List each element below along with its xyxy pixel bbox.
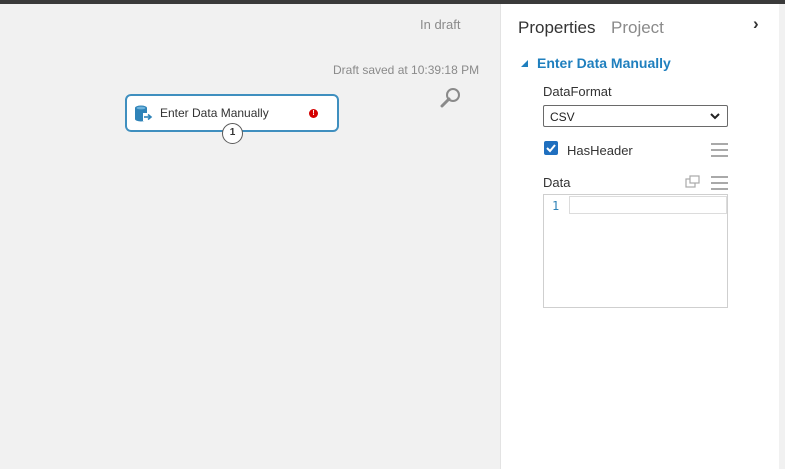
hasheader-menu-icon[interactable]: [711, 143, 728, 157]
hasheader-checkbox[interactable]: [544, 141, 558, 155]
editor-line[interactable]: [569, 196, 727, 214]
expand-triangle-icon: [521, 60, 528, 67]
collapse-panel-button[interactable]: ›: [753, 14, 759, 34]
module-label: Enter Data Manually: [160, 106, 269, 120]
dataformat-select[interactable]: CSV: [543, 105, 728, 127]
dataformat-label: DataFormat: [543, 84, 612, 99]
saved-timestamp: Draft saved at 10:39:18 PM: [333, 63, 480, 77]
data-label: Data: [543, 175, 571, 190]
draft-status: In draft: [420, 17, 461, 32]
module-enter-data-manually[interactable]: Enter Data Manually ! 1: [125, 94, 339, 144]
section-title: Enter Data Manually: [537, 55, 671, 71]
magnifier-icon[interactable]: [440, 87, 462, 109]
output-port[interactable]: 1: [222, 123, 243, 144]
data-menu-icon[interactable]: [711, 176, 728, 190]
dataformat-value: CSV: [550, 110, 575, 124]
experiment-canvas[interactable]: In draft Draft saved at 10:39:18 PM Ente…: [0, 4, 500, 469]
line-number: 1: [552, 199, 560, 213]
right-edge-strip: [779, 4, 785, 469]
dataset-icon: [134, 104, 154, 124]
hasheader-label: HasHeader: [567, 143, 633, 158]
tab-properties[interactable]: Properties: [518, 18, 595, 38]
popout-icon[interactable]: [685, 175, 700, 188]
checkmark-icon: [546, 144, 556, 153]
chevron-down-icon: [708, 109, 722, 123]
tab-project[interactable]: Project: [611, 18, 664, 38]
error-icon[interactable]: !: [309, 109, 318, 118]
properties-panel: Properties Project › Enter Data Manually…: [500, 4, 779, 469]
data-editor[interactable]: 1: [543, 194, 728, 308]
